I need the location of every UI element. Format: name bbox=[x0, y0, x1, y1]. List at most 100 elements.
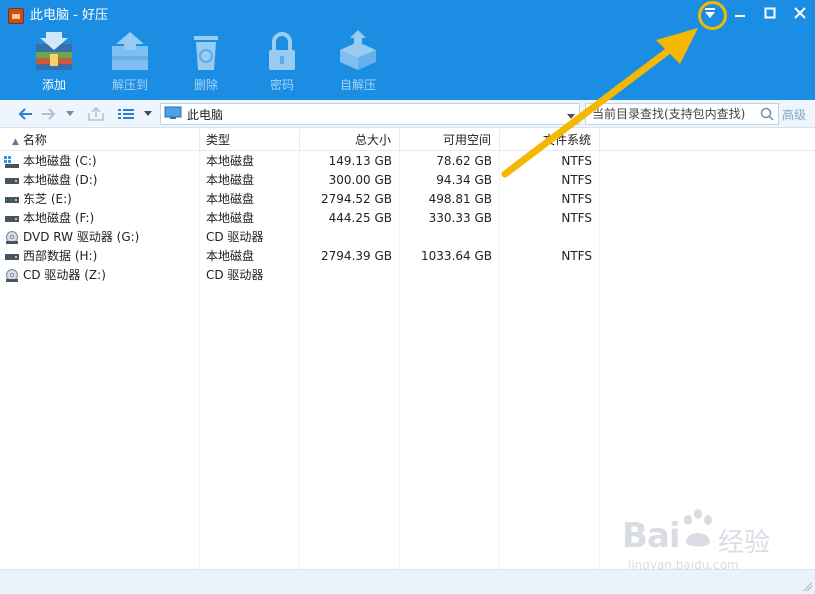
drive-free-space: 94.34 GB bbox=[436, 173, 492, 187]
column-header-total-size[interactable]: 总大小 bbox=[300, 129, 400, 151]
minimize-icon bbox=[735, 15, 745, 17]
back-arrow-icon bbox=[18, 108, 32, 120]
drive-type: CD 驱动器 bbox=[206, 268, 264, 282]
drive-type: 本地磁盘 bbox=[206, 173, 255, 187]
hard-drive-icon bbox=[4, 174, 20, 188]
delete-button[interactable]: 删除 bbox=[170, 30, 242, 93]
drive-file-system: NTFS bbox=[561, 173, 592, 187]
minimize-button[interactable] bbox=[725, 0, 755, 26]
drive-type: 本地磁盘 bbox=[206, 154, 255, 168]
extract-to-label: 解压到 bbox=[111, 78, 148, 92]
drive-file-system bbox=[500, 266, 592, 285]
delete-label: 删除 bbox=[193, 78, 218, 92]
maximize-icon bbox=[764, 7, 776, 19]
maximize-button[interactable] bbox=[755, 0, 785, 26]
drive-total-size: 2794.39 GB bbox=[321, 249, 392, 263]
search-box bbox=[585, 103, 779, 125]
menu-dropdown-button[interactable] bbox=[695, 0, 727, 30]
drive-type: 本地磁盘 bbox=[206, 192, 255, 206]
drive-type: 本地磁盘 bbox=[206, 211, 255, 225]
window-controls bbox=[695, 0, 815, 30]
hard-drive-icon bbox=[4, 212, 20, 226]
column-header-file-system[interactable]: 文件系统 bbox=[500, 129, 600, 151]
paw-logo-icon bbox=[684, 509, 712, 547]
list-header: ▲ 名称 类型 总大小 可用空间 文件系统 bbox=[0, 129, 815, 151]
window-title: 此电脑 - 好压 bbox=[30, 8, 108, 23]
table-row[interactable]: 西部数据 (H:) 本地磁盘 2794.39 GB 1033.64 GB NTF… bbox=[0, 247, 815, 266]
address-path: 此电脑 bbox=[187, 107, 224, 122]
drive-name: 东芝 (E:) bbox=[23, 192, 72, 206]
sort-ascending-icon: ▲ bbox=[12, 137, 19, 147]
drive-file-system: NTFS bbox=[561, 192, 592, 206]
drive-free-space: 498.81 GB bbox=[428, 192, 492, 206]
drive-name: DVD RW 驱动器 (G:) bbox=[23, 230, 140, 244]
up-folder-button[interactable] bbox=[84, 104, 108, 124]
drive-total-size: 300.00 GB bbox=[328, 173, 392, 187]
drive-free-space: 1033.64 GB bbox=[421, 249, 492, 263]
self-extract-label: 自解压 bbox=[339, 78, 376, 92]
recycle-bin-icon bbox=[184, 30, 228, 72]
navigation-bar: 此电脑 高级 bbox=[0, 100, 815, 128]
password-label: 密码 bbox=[269, 78, 294, 92]
password-button[interactable]: 密码 bbox=[246, 30, 318, 93]
extract-to-button[interactable]: 解压到 bbox=[94, 30, 166, 93]
view-mode-dropdown[interactable] bbox=[140, 104, 156, 124]
drive-name: 西部数据 (H:) bbox=[23, 249, 98, 263]
view-mode-button[interactable] bbox=[114, 104, 138, 124]
chevron-down-icon bbox=[144, 111, 152, 116]
drive-type: 本地磁盘 bbox=[206, 249, 255, 263]
address-dropdown-icon[interactable] bbox=[567, 109, 575, 123]
list-view-icon bbox=[118, 109, 134, 119]
table-row[interactable]: 本地磁盘 (F:) 本地磁盘 444.25 GB 330.33 GB NTFS bbox=[0, 209, 815, 228]
add-label: 添加 bbox=[41, 78, 66, 92]
drive-free-space: 78.62 GB bbox=[436, 154, 492, 168]
column-header-name[interactable]: ▲ 名称 bbox=[0, 129, 200, 151]
table-row[interactable]: 本地磁盘 (C:) 本地磁盘 149.13 GB 78.62 GB NTFS bbox=[0, 152, 815, 171]
drive-total-size: 149.13 GB bbox=[328, 154, 392, 168]
hard-drive-icon bbox=[4, 193, 20, 207]
drive-file-system: NTFS bbox=[561, 249, 592, 263]
table-row[interactable]: 东芝 (E:) 本地磁盘 2794.52 GB 498.81 GB NTFS bbox=[0, 190, 815, 209]
self-extract-icon bbox=[336, 30, 380, 72]
advanced-search-link[interactable]: 高级 bbox=[782, 106, 806, 123]
system-drive-icon bbox=[4, 155, 20, 169]
drive-file-system: NTFS bbox=[561, 211, 592, 225]
drive-name: 本地磁盘 (D:) bbox=[23, 173, 98, 187]
forward-button[interactable] bbox=[38, 104, 60, 124]
search-icon[interactable] bbox=[760, 107, 774, 124]
computer-icon bbox=[164, 106, 182, 123]
table-row[interactable]: 本地磁盘 (D:) 本地磁盘 300.00 GB 94.34 GB NTFS bbox=[0, 171, 815, 190]
drive-name: 本地磁盘 (F:) bbox=[23, 211, 95, 225]
back-button[interactable] bbox=[14, 104, 36, 124]
menu-dropdown-icon bbox=[705, 8, 715, 18]
hard-drive-icon bbox=[4, 250, 20, 264]
close-button[interactable] bbox=[785, 0, 815, 26]
status-bar bbox=[0, 569, 815, 594]
column-header-type[interactable]: 类型 bbox=[200, 129, 300, 151]
self-extract-button[interactable]: 自解压 bbox=[322, 30, 394, 93]
address-bar[interactable]: 此电脑 bbox=[160, 103, 580, 125]
table-row[interactable]: DVD RW 驱动器 (G:) CD 驱动器 bbox=[0, 228, 815, 247]
resize-grip-icon[interactable] bbox=[802, 581, 812, 591]
history-dropdown-button[interactable] bbox=[62, 104, 78, 124]
drive-total-size bbox=[300, 228, 392, 247]
watermark-brand-latin: Bai bbox=[622, 516, 681, 556]
search-input[interactable] bbox=[586, 104, 754, 124]
chevron-down-icon bbox=[66, 111, 74, 116]
drive-free-space bbox=[400, 228, 492, 247]
drive-total-size: 2794.52 GB bbox=[321, 192, 392, 206]
drive-name: CD 驱动器 (Z:) bbox=[23, 268, 106, 282]
watermark-brand-cn: 经验 bbox=[718, 528, 771, 558]
up-folder-icon bbox=[88, 107, 104, 121]
main-toolbar: 添加 解压到 删除 密码 自解压 bbox=[18, 30, 398, 93]
title-toolbar-area: 此电脑 - 好压 添加 解压到 删除 密码 自解压 bbox=[0, 0, 815, 100]
add-button[interactable]: 添加 bbox=[18, 30, 90, 93]
lock-icon bbox=[260, 30, 304, 72]
add-archive-icon bbox=[32, 30, 76, 72]
drive-list: 本地磁盘 (C:) 本地磁盘 149.13 GB 78.62 GB NTFS 本… bbox=[0, 152, 815, 285]
column-header-free-space[interactable]: 可用空间 bbox=[400, 129, 500, 151]
app-logo-icon bbox=[8, 8, 24, 24]
baidu-jingyan-watermark: Bai 经验 jingyan.baidu.com bbox=[622, 508, 812, 578]
drive-free-space: 330.33 GB bbox=[428, 211, 492, 225]
table-row[interactable]: CD 驱动器 (Z:) CD 驱动器 bbox=[0, 266, 815, 285]
